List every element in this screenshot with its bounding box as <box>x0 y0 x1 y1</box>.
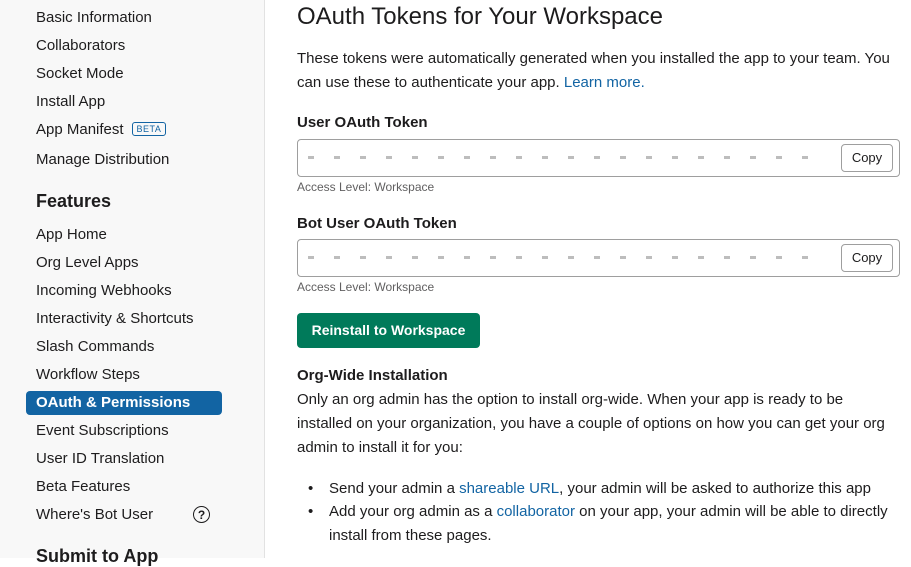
learn-more-link[interactable]: Learn more. <box>564 74 645 91</box>
sidebar-item-org-level-apps[interactable]: Org Level Apps <box>26 251 222 275</box>
copy-bot-token-button[interactable]: Copy <box>841 244 893 272</box>
copy-user-token-button[interactable]: Copy <box>841 144 893 172</box>
bullet-text: Send your admin a <box>329 480 460 497</box>
features-heading: Features <box>36 191 112 211</box>
sidebar-item-label: App Manifest <box>36 121 124 138</box>
user-token-access-level: Access Level: Workspace <box>297 180 435 194</box>
beta-badge: BETA <box>131 122 167 136</box>
sidebar-item-manage-distribution[interactable]: Manage Distribution <box>26 148 222 172</box>
shareable-url-link[interactable]: shareable URL <box>459 480 559 497</box>
page-title: OAuth Tokens for Your Workspace <box>297 3 663 30</box>
bullet-text: , your admin will be asked to authorize … <box>559 480 871 497</box>
sidebar-item-slash-commands[interactable]: Slash Commands <box>26 335 222 359</box>
bullet-text: Add your org admin as a <box>329 503 497 520</box>
masked-token <box>308 256 823 259</box>
bot-token-label: Bot User OAuth Token <box>297 215 457 232</box>
list-item: Send your admin a shareable URL, your ad… <box>308 477 899 501</box>
org-wide-heading: Org-Wide Installation <box>297 367 448 384</box>
sidebar-item-install-app[interactable]: Install App <box>26 90 222 114</box>
collaborator-link[interactable]: collaborator <box>497 503 575 520</box>
reinstall-to-workspace-button[interactable]: Reinstall to Workspace <box>297 313 480 348</box>
bot-token-field[interactable]: Copy <box>297 239 900 277</box>
sidebar-item-workflow-steps[interactable]: Workflow Steps <box>26 363 222 387</box>
sidebar-item-user-id-translation[interactable]: User ID Translation <box>26 447 222 471</box>
sidebar-item-event-subscriptions[interactable]: Event Subscriptions <box>26 419 222 443</box>
sidebar-item-socket-mode[interactable]: Socket Mode <box>26 62 222 86</box>
user-token-field[interactable]: Copy <box>297 139 900 177</box>
list-item: Add your org admin as a collaborator on … <box>308 500 899 548</box>
sidebar-item-basic-information[interactable]: Basic Information <box>26 6 222 30</box>
sidebar-item-interactivity-shortcuts[interactable]: Interactivity & Shortcuts <box>26 307 222 331</box>
sidebar-item-incoming-webhooks[interactable]: Incoming Webhooks <box>26 279 222 303</box>
user-token-label: User OAuth Token <box>297 114 428 131</box>
sidebar-item-app-manifest[interactable]: App Manifest BETA <box>26 118 222 142</box>
intro-paragraph: These tokens were automatically generate… <box>297 47 897 95</box>
sidebar-item-collaborators[interactable]: Collaborators <box>26 34 222 58</box>
question-circle-icon[interactable]: ? <box>193 506 210 523</box>
sidebar: Basic Information Collaborators Socket M… <box>0 0 265 566</box>
sidebar-item-beta-features[interactable]: Beta Features <box>26 475 222 499</box>
masked-token <box>308 156 828 159</box>
org-wide-description: Only an org admin has the option to inst… <box>297 391 885 456</box>
submit-heading: Submit to App <box>36 546 159 566</box>
sidebar-item-app-home[interactable]: App Home <box>26 223 222 247</box>
bot-token-access-level: Access Level: Workspace <box>297 280 435 294</box>
sidebar-item-oauth-permissions[interactable]: OAuth & Permissions <box>26 391 222 415</box>
